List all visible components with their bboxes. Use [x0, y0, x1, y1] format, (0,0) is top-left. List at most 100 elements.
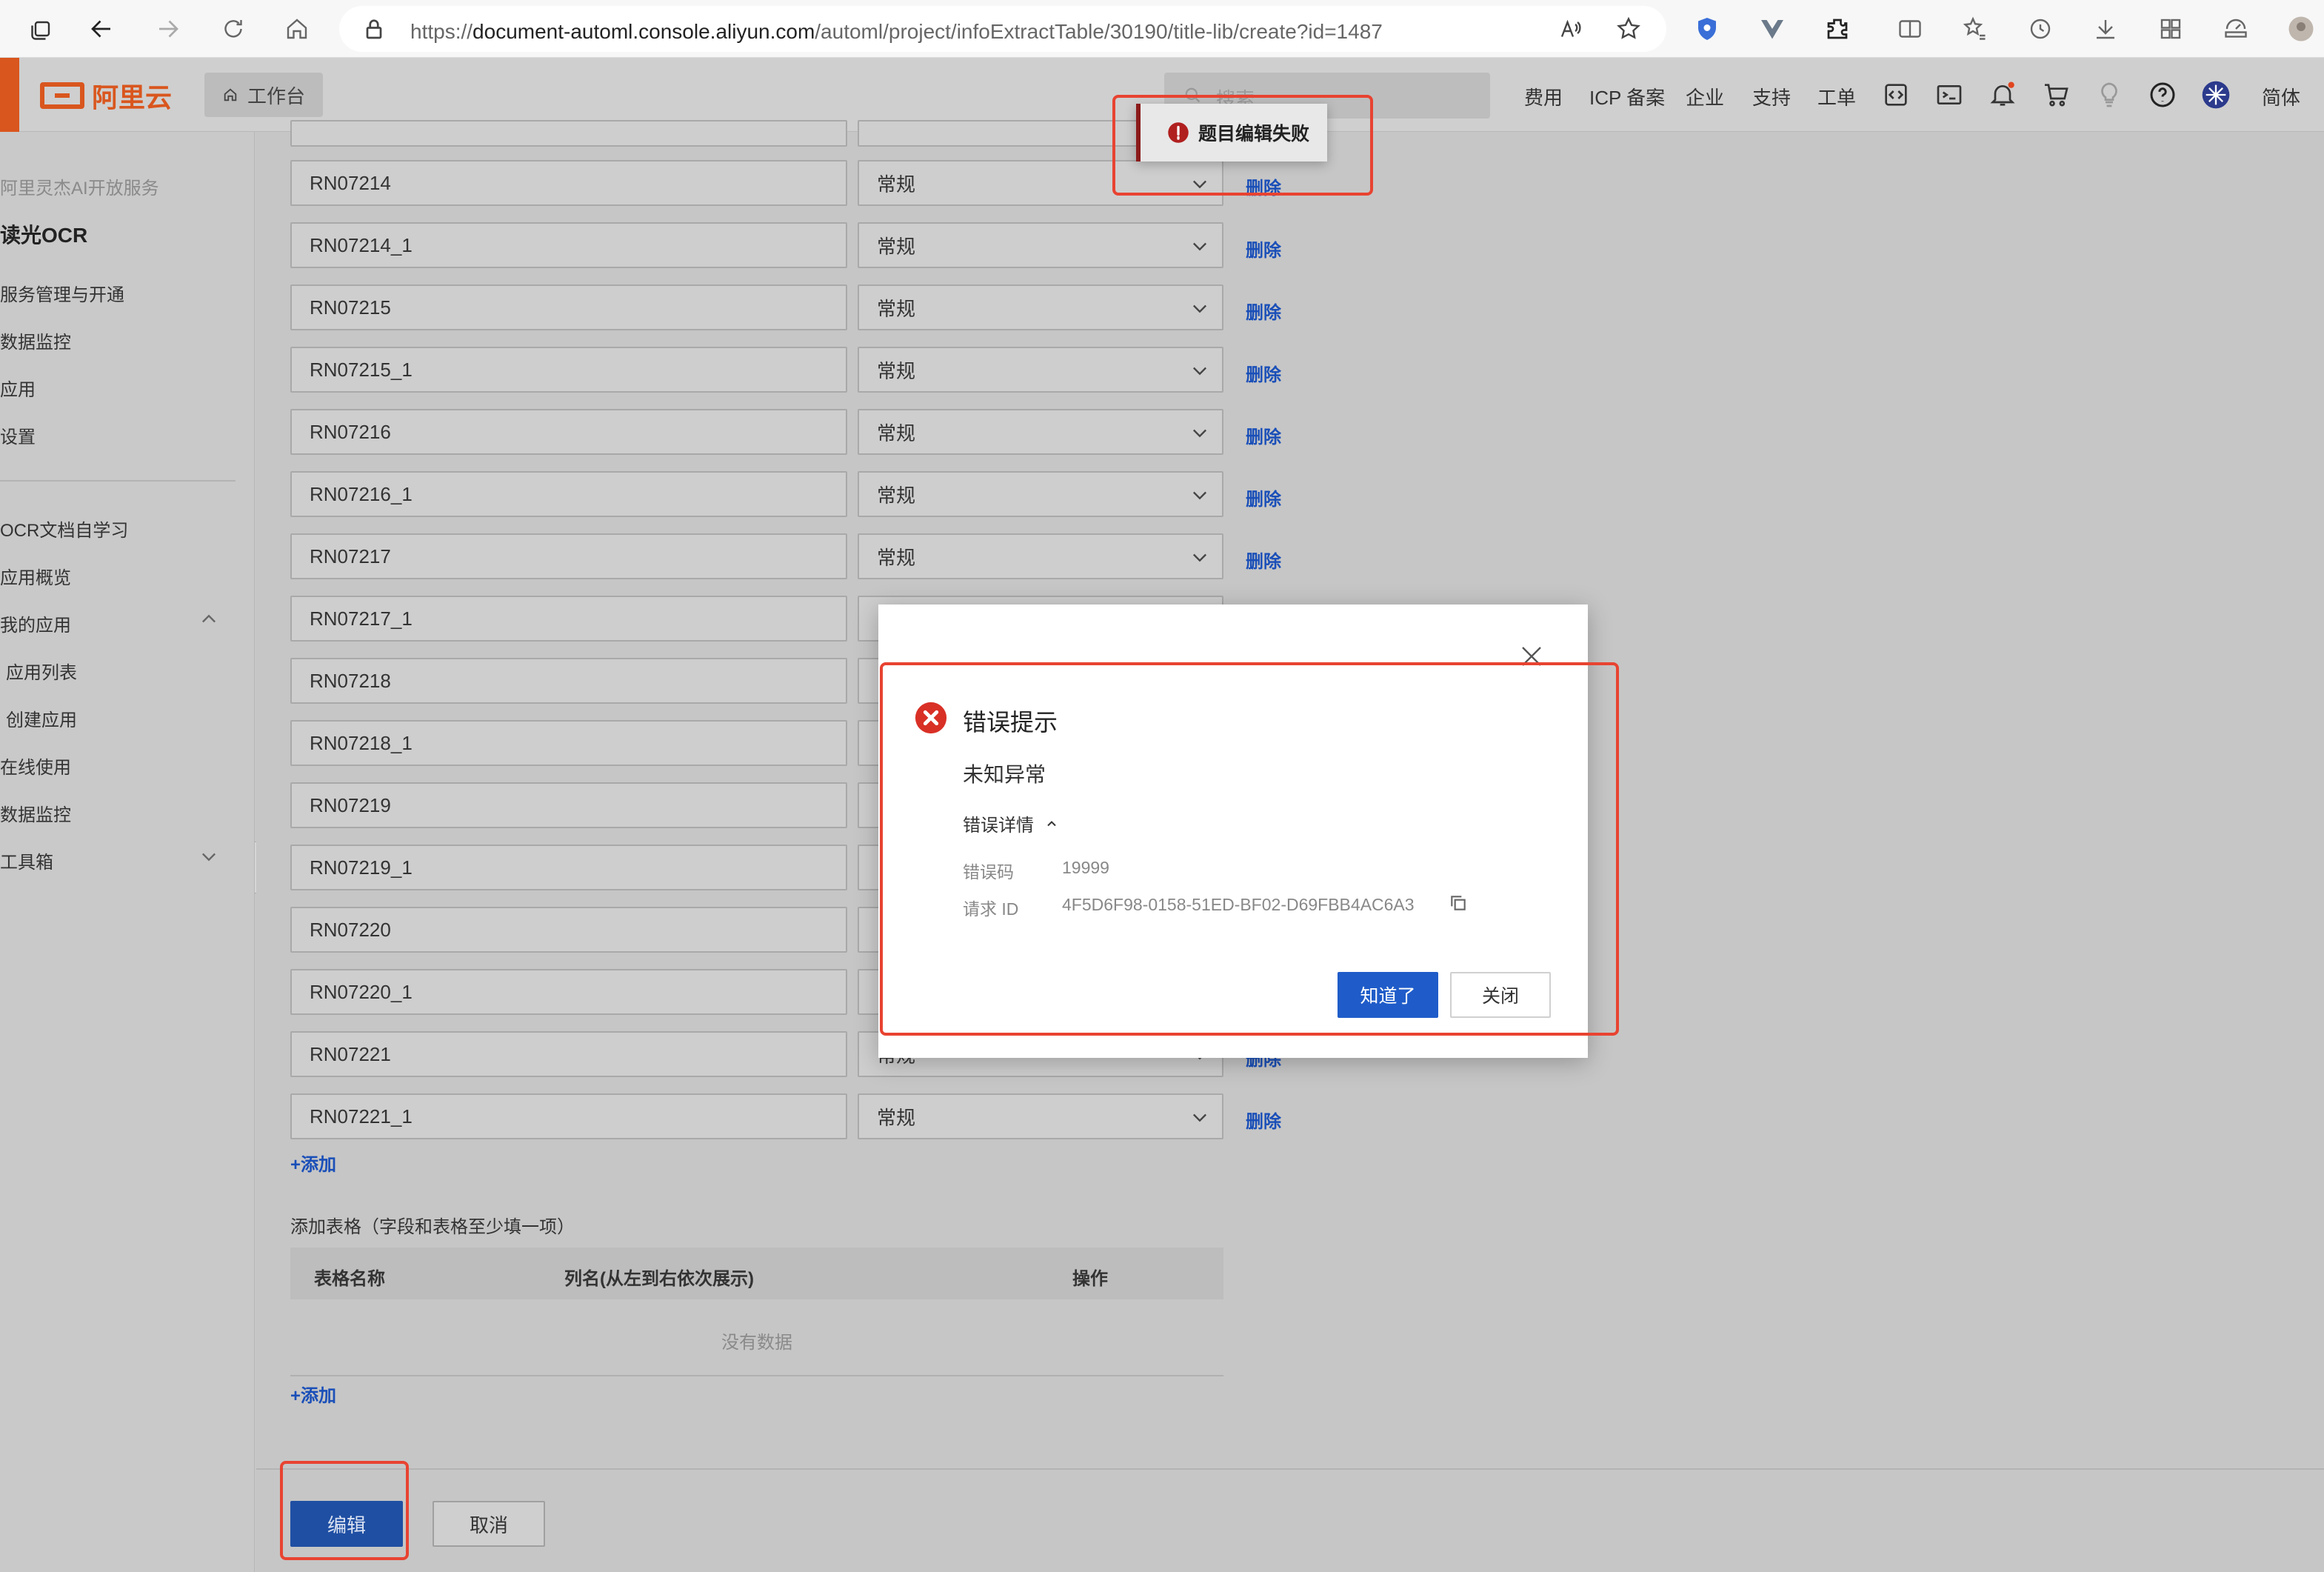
delete-field-link[interactable]: 删除 — [1246, 173, 1281, 199]
sidebar-item-settings[interactable]: 设置 — [0, 422, 36, 448]
field-name-input[interactable]: RN07214 — [290, 160, 847, 206]
sidebar-item-my-apps[interactable]: 我的应用 — [0, 610, 71, 636]
field-type-select[interactable]: 常规 — [858, 284, 1223, 330]
aliyun-logo[interactable]: 阿里云 — [40, 77, 172, 114]
download-icon[interactable] — [2088, 12, 2123, 46]
forward-icon[interactable] — [151, 12, 185, 46]
add-table-link[interactable]: +添加 — [290, 1381, 336, 1407]
field-name-input[interactable]: RN07221 — [290, 1031, 847, 1077]
cart-icon[interactable] — [2041, 80, 2071, 110]
sidebar-section-ocr-self-learning[interactable]: OCR文档自学习 — [0, 516, 128, 542]
help-icon[interactable] — [2148, 80, 2177, 110]
back-icon[interactable] — [84, 12, 118, 46]
delete-field-link[interactable]: 删除 — [1246, 236, 1281, 262]
close-button[interactable]: 关闭 — [1450, 972, 1551, 1018]
column-header-columns: 列名(从左到右依次展示) — [564, 1269, 754, 1289]
nav-link-support[interactable]: 支持 — [1752, 83, 1791, 110]
nav-link-fees[interactable]: 费用 — [1524, 83, 1563, 110]
favorites-list-icon[interactable] — [1958, 12, 1992, 46]
address-bar[interactable]: https://document-automl.console.aliyun.c… — [339, 6, 1666, 52]
error-dialog: 错误提示 未知异常 错误详情 错误码 19999 请求 ID 4F5D6F98-… — [878, 605, 1588, 1058]
field-type-value: 常规 — [877, 235, 916, 258]
field-name-input[interactable]: RN07216_1 — [290, 471, 847, 517]
field-type-select[interactable]: 常规 — [858, 409, 1223, 455]
sidebar-item-apps[interactable]: 应用 — [0, 375, 36, 401]
error-code-value: 19999 — [1062, 858, 1109, 877]
sidebar-item-create-app[interactable]: 创建应用 — [6, 705, 77, 731]
chevron-down-icon[interactable] — [198, 846, 219, 867]
nav-link-enterprise[interactable]: 企业 — [1686, 83, 1724, 110]
edit-button[interactable]: 编辑 — [290, 1501, 403, 1547]
field-name-input[interactable]: RN07216 — [290, 409, 847, 455]
history-icon[interactable] — [2023, 12, 2057, 46]
error-details-toggle[interactable]: 错误详情 — [963, 810, 1059, 836]
sidebar-item-toolbox[interactable]: 工具箱 — [0, 847, 53, 873]
field-name-input[interactable]: RN07217 — [290, 533, 847, 579]
lightbulb-icon[interactable] — [2094, 80, 2124, 110]
apps-icon[interactable] — [2154, 12, 2188, 46]
sidebar-item-online-use[interactable]: 在线使用 — [0, 753, 71, 779]
brand-name: 阿里云 — [92, 82, 173, 113]
home-icon[interactable] — [280, 12, 314, 46]
field-type-value: 常规 — [877, 484, 916, 507]
cancel-button[interactable]: 取消 — [433, 1501, 545, 1547]
sidebar-item-app-overview[interactable]: 应用概览 — [0, 563, 71, 589]
chevron-up-icon[interactable] — [198, 609, 219, 630]
field-type-select[interactable]: 常规 — [858, 1093, 1223, 1139]
home-icon — [224, 88, 237, 101]
search-icon — [1185, 87, 1201, 103]
read-aloud-icon[interactable] — [1554, 12, 1588, 46]
favorite-star-icon[interactable] — [1612, 12, 1646, 46]
field-name-input[interactable]: RN07218_1 — [290, 720, 847, 766]
sidebar-item-data-monitor[interactable]: 数据监控 — [0, 327, 71, 353]
profile-avatar-icon[interactable] — [2284, 12, 2318, 46]
terminal-icon[interactable] — [1934, 80, 1964, 110]
tabs-icon[interactable] — [25, 12, 59, 46]
field-name-input[interactable]: RN07219 — [290, 782, 847, 828]
field-name-input[interactable]: RN07214_1 — [290, 222, 847, 268]
add-field-link[interactable]: +添加 — [290, 1150, 336, 1176]
sidebar-item-app-list[interactable]: 应用列表 — [6, 658, 77, 684]
field-type-select[interactable]: 常规 — [858, 347, 1223, 393]
user-avatar-icon[interactable] — [2201, 80, 2231, 110]
nav-link-icp[interactable]: ICP 备案 — [1589, 83, 1665, 110]
field-name-input[interactable] — [290, 120, 847, 147]
delete-field-link[interactable]: 删除 — [1246, 1107, 1281, 1133]
nav-link-ticket[interactable]: 工单 — [1817, 83, 1856, 110]
delete-field-link[interactable]: 删除 — [1246, 484, 1281, 510]
field-name-input[interactable]: RN07217_1 — [290, 596, 847, 642]
refresh-icon[interactable] — [216, 12, 250, 46]
field-name-input[interactable]: RN07219_1 — [290, 845, 847, 890]
delete-field-link[interactable]: 删除 — [1246, 547, 1281, 573]
delete-field-link[interactable]: 删除 — [1246, 298, 1281, 324]
extensions-puzzle-icon[interactable] — [1820, 12, 1854, 46]
acknowledge-button[interactable]: 知道了 — [1338, 972, 1438, 1018]
close-icon[interactable] — [1518, 643, 1545, 670]
sidebar-item-data-monitor-2[interactable]: 数据监控 — [0, 800, 71, 826]
vue-devtools-icon[interactable] — [1755, 12, 1789, 46]
shield-extension-icon[interactable] — [1690, 12, 1724, 46]
field-type-select[interactable]: 常规 — [858, 222, 1223, 268]
field-name-input[interactable]: RN07215 — [290, 284, 847, 330]
field-name-input[interactable]: RN07215_1 — [290, 347, 847, 393]
split-screen-icon[interactable] — [1893, 12, 1927, 46]
language-switch[interactable]: 简体 — [2262, 83, 2300, 110]
copy-icon[interactable] — [1449, 893, 1468, 913]
sidebar-item-service-management[interactable]: 服务管理与开通 — [0, 280, 124, 306]
field-name-input[interactable]: RN07220 — [290, 907, 847, 953]
field-type-select[interactable]: 常规 — [858, 471, 1223, 517]
delete-field-link[interactable]: 删除 — [1246, 360, 1281, 386]
notification-bell-icon[interactable] — [1988, 80, 2017, 110]
field-type-value: 常规 — [877, 173, 916, 196]
field-name-input[interactable]: RN07218 — [290, 658, 847, 704]
field-type-select[interactable]: 常规 — [858, 160, 1223, 206]
chevron-up-icon — [1047, 820, 1056, 826]
delete-field-link[interactable]: 删除 — [1246, 422, 1281, 448]
field-name-input[interactable]: RN07221_1 — [290, 1093, 847, 1139]
code-icon[interactable] — [1881, 80, 1911, 110]
field-type-select[interactable]: 常规 — [858, 533, 1223, 579]
workbench-button[interactable]: 工作台 — [204, 73, 323, 117]
performance-icon[interactable] — [2219, 12, 2253, 46]
url-text: https://document-automl.console.aliyun.c… — [410, 20, 1383, 43]
field-name-input[interactable]: RN07220_1 — [290, 969, 847, 1015]
